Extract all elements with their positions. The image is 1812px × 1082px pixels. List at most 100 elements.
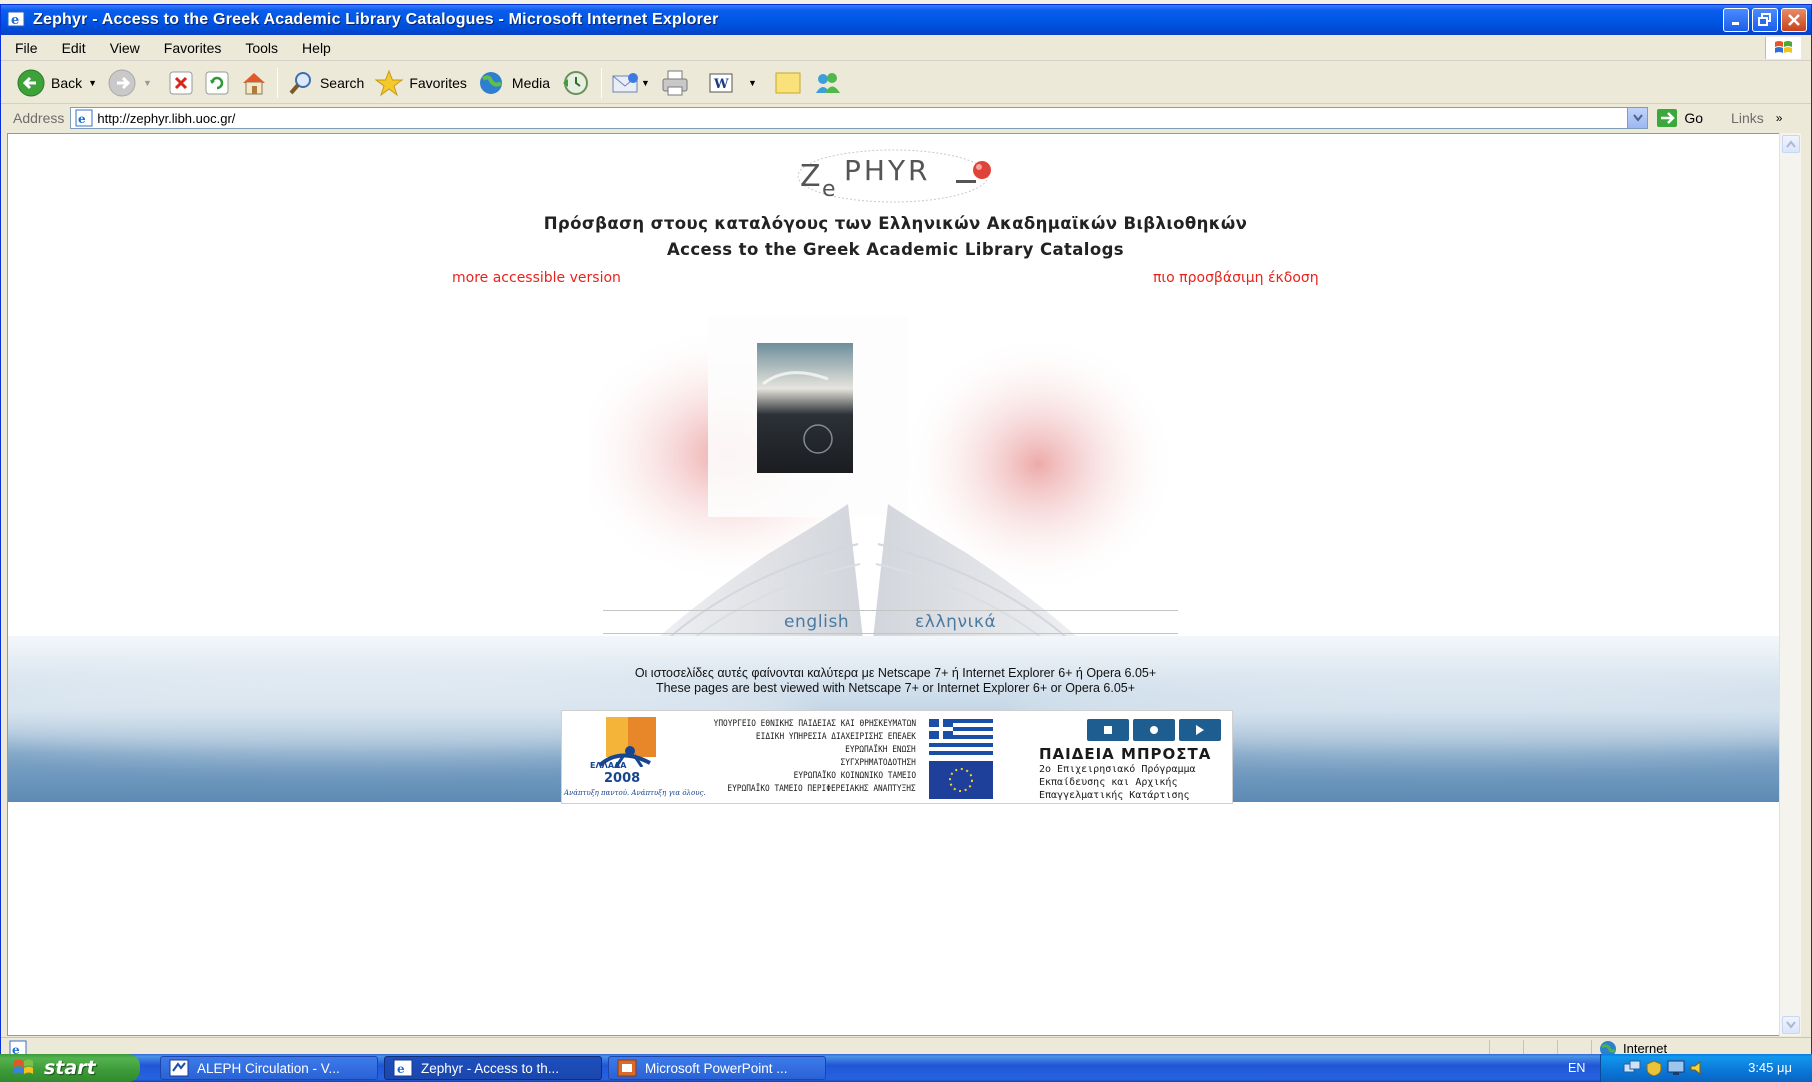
back-button[interactable]: Back ▼: [11, 65, 102, 101]
vertical-scrollbar[interactable]: [1779, 133, 1801, 1036]
go-button[interactable]: Go: [1656, 108, 1703, 128]
discuss-button[interactable]: [768, 65, 808, 101]
messenger-icon: [815, 72, 840, 93]
divider: [603, 610, 1178, 611]
paideia-subtitle: Επαγγελματικής Κατάρτισης: [1039, 790, 1190, 801]
mail-button[interactable]: ▼: [606, 65, 655, 101]
chevron-down-icon: [1633, 114, 1643, 122]
minimize-button[interactable]: [1723, 8, 1749, 32]
taskbar-item-powerpoint[interactable]: Microsoft PowerPoint ...: [608, 1056, 826, 1080]
ministry-line: ΕΥΡΩΠΑΪΚΟ ΤΑΜΕΙΟ ΠΕΡΙΦΕΡΕΙΑΚΗΣ ΑΝΑΠΤΥΞΗΣ: [727, 784, 916, 794]
ie-icon: e: [7, 11, 25, 28]
taskbar-item-zephyr[interactable]: e Zephyr - Access to th...: [384, 1056, 602, 1080]
windows-flag-icon: [14, 1059, 33, 1074]
system-tray: 3:45 μμ: [1600, 1054, 1812, 1082]
ie-icon: e: [393, 1059, 413, 1077]
eu-flag-icon: [929, 761, 993, 799]
toolbar-separator: [601, 67, 603, 98]
chevron-down-icon[interactable]: ▼: [88, 78, 97, 88]
title-bar[interactable]: e Zephyr - Access to the Greek Academic …: [1, 5, 1811, 35]
print-button[interactable]: [655, 65, 695, 101]
links-label: Links: [1731, 110, 1764, 126]
taskbar-item-aleph[interactable]: ALEPH Circulation - V...: [160, 1056, 378, 1080]
menu-view[interactable]: View: [96, 40, 150, 56]
svg-text:e: e: [11, 13, 19, 28]
media-icon: [479, 71, 503, 94]
links-toolbar[interactable]: Links »: [1731, 110, 1782, 126]
clock[interactable]: 3:45 μμ: [1748, 1060, 1792, 1075]
media-controls-graphic: [1087, 719, 1221, 741]
shield-icon[interactable]: [1645, 1060, 1663, 1076]
home-button[interactable]: [235, 65, 273, 101]
network-icon[interactable]: [1623, 1060, 1641, 1076]
media-button[interactable]: Media: [472, 65, 555, 101]
scroll-down-button[interactable]: [1782, 1016, 1800, 1034]
close-button[interactable]: [1781, 8, 1807, 32]
messenger-button[interactable]: [808, 65, 848, 101]
chevron-right-icon[interactable]: »: [1776, 111, 1783, 125]
restore-icon: [1758, 13, 1771, 26]
edit-button[interactable]: W ▼: [703, 65, 762, 101]
paideia-title: ΠΑΙΔΕΙΑ ΜΠΡΟΣΤΑ: [1039, 745, 1212, 763]
chevron-down-icon: [1786, 1021, 1796, 1029]
toolbar: Back ▼ ▼ Search Favorites Media ▼ W ▼: [1, 62, 1811, 104]
menu-favorites[interactable]: Favorites: [150, 40, 232, 56]
english-link[interactable]: english: [784, 612, 849, 632]
search-label: Search: [319, 74, 365, 91]
ministry-line: ΕΙΔΙΚΗ ΥΠΗΡΕΣΙΑ ΔΙΑΧΕΙΡΙΣΗΣ ΕΠΕΑΕΚ: [755, 732, 916, 742]
address-field[interactable]: e http://zephyr.libh.uoc.gr/: [70, 107, 1649, 129]
media-label: Media: [511, 74, 551, 91]
mail-icon: [612, 72, 639, 92]
window-title: Zephyr - Access to the Greek Academic Li…: [33, 11, 719, 28]
menu-file[interactable]: File: [1, 40, 48, 56]
taskbar-item-label: ALEPH Circulation - V...: [197, 1060, 340, 1076]
browser-note-english: These pages are best viewed with Netscap…: [655, 681, 1136, 695]
forward-button[interactable]: ▼: [102, 65, 157, 101]
home-icon: [242, 72, 265, 94]
volume-icon[interactable]: [1689, 1060, 1707, 1076]
toolbar-separator: [276, 67, 278, 98]
chevron-down-icon[interactable]: ▼: [143, 78, 152, 88]
favorites-button[interactable]: Favorites: [369, 65, 472, 101]
menu-tools[interactable]: Tools: [231, 40, 288, 56]
greek-link[interactable]: ελληνικά: [915, 612, 996, 632]
start-label: start: [44, 1057, 96, 1079]
scroll-up-button[interactable]: [1782, 135, 1800, 153]
restore-button[interactable]: [1752, 8, 1778, 32]
address-dropdown-button[interactable]: [1627, 108, 1648, 128]
back-label: Back: [51, 74, 83, 91]
zephyr-logo: Z e PHYR: [797, 149, 991, 203]
chevron-down-icon[interactable]: ▼: [748, 78, 757, 88]
hellas-year: 2008: [604, 771, 641, 786]
monitor-icon[interactable]: [1667, 1060, 1685, 1076]
start-button[interactable]: start: [0, 1054, 140, 1082]
history-icon: [563, 70, 589, 95]
heading-greek: Πρόσβαση στους καταλόγους των Ελληνικών …: [543, 214, 1248, 233]
svg-text:PHYR: PHYR: [844, 154, 931, 187]
menu-help[interactable]: Help: [288, 40, 341, 56]
refresh-button[interactable]: [199, 65, 235, 101]
edit-icon: W: [709, 73, 733, 92]
divider: [603, 633, 1178, 634]
menu-edit[interactable]: Edit: [48, 40, 96, 56]
paideia-subtitle: 2ο Επιχειρησιακό Πρόγραμμα: [1039, 764, 1196, 775]
favorites-icon: [374, 69, 404, 96]
taskbar: start ALEPH Circulation - V... e Zephyr …: [0, 1054, 1812, 1082]
hellas-label: ΕΛΛΑΔΑ: [590, 761, 627, 770]
stop-icon: [169, 71, 193, 94]
paideia-subtitle: Εκπαίδευσης και Αρχικής: [1039, 777, 1178, 788]
history-button[interactable]: [555, 65, 597, 101]
address-bar: Address e http://zephyr.libh.uoc.gr/ Go …: [1, 105, 1811, 131]
address-url: http://zephyr.libh.uoc.gr/: [97, 110, 236, 126]
stop-button[interactable]: [163, 65, 199, 101]
go-label: Go: [1684, 110, 1704, 126]
chevron-down-icon[interactable]: ▼: [641, 78, 650, 88]
language-indicator[interactable]: EN: [1568, 1061, 1585, 1075]
windows-flag-icon: [1774, 41, 1792, 53]
discuss-icon: [775, 72, 801, 93]
address-label: Address: [13, 110, 65, 126]
search-button[interactable]: Search: [282, 65, 369, 101]
sponsor-banner: ΕΛΛΑΔΑ 2008 Ανάπτυξη παντού. Ανάπτυξη γι…: [561, 710, 1233, 804]
ministry-line: ΕΥΡΩΠΑΪΚΟ ΚΟΙΝΩΝΙΚΟ ΤΑΜΕΙΟ: [793, 771, 916, 781]
search-icon: [289, 71, 311, 94]
